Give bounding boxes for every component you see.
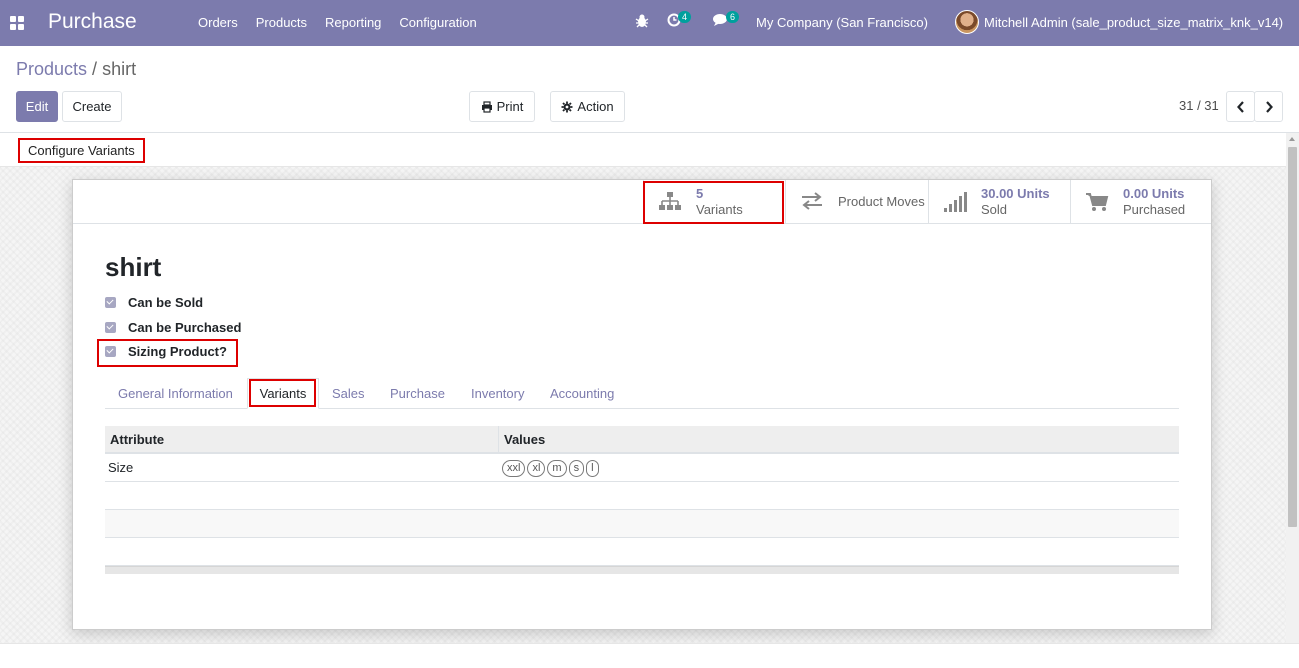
print-icon bbox=[481, 100, 492, 113]
tab-general-information[interactable]: General Information bbox=[118, 378, 233, 408]
can-be-sold-checkbox[interactable] bbox=[105, 297, 116, 308]
action-label: Action bbox=[577, 99, 614, 114]
empty-row bbox=[105, 538, 1179, 566]
pager-value[interactable]: 31 / 31 bbox=[1179, 98, 1219, 113]
menu-products[interactable]: Products bbox=[247, 15, 316, 30]
variants-tab-highlight-box bbox=[249, 379, 316, 407]
form-statusbar: Configure Variants bbox=[0, 132, 1299, 167]
messages-icon[interactable]: 6 bbox=[713, 11, 740, 30]
user-avatar[interactable] bbox=[955, 10, 979, 34]
user-menu[interactable]: Mitchell Admin (sale_product_size_matrix… bbox=[984, 15, 1283, 30]
menu-configuration[interactable]: Configuration bbox=[390, 15, 485, 30]
scroll-up-arrow-icon[interactable] bbox=[1289, 137, 1295, 141]
form-sheet: 5 Variants Product Moves 30.00 Units Sol… bbox=[72, 179, 1212, 630]
value-tag-m: m bbox=[547, 459, 567, 477]
can-be-purchased-checkbox[interactable] bbox=[105, 322, 116, 333]
variants-highlight-box bbox=[643, 181, 784, 224]
table-footer bbox=[105, 566, 1179, 574]
breadcrumb-separator: / bbox=[92, 59, 98, 79]
chatter-area-strip bbox=[0, 643, 1299, 668]
vertical-scrollbar[interactable] bbox=[1286, 133, 1299, 643]
sold-label: Sold bbox=[981, 202, 1008, 217]
can-be-purchased-row: Can be Purchased bbox=[105, 320, 241, 335]
tab-accounting[interactable]: Accounting bbox=[550, 378, 614, 408]
exchange-arrows-icon bbox=[800, 191, 830, 213]
action-button[interactable]: Action bbox=[550, 91, 625, 122]
empty-row bbox=[105, 510, 1179, 538]
column-values[interactable]: Values bbox=[499, 426, 545, 452]
menu-orders[interactable]: Orders bbox=[189, 15, 247, 30]
activity-clock-icon[interactable]: 4 bbox=[667, 11, 692, 30]
value-tag-xxl: xxl bbox=[502, 459, 526, 477]
breadcrumb-current: shirt bbox=[102, 59, 137, 79]
product-name[interactable]: shirt bbox=[105, 252, 161, 283]
tab-sales[interactable]: Sales bbox=[332, 378, 365, 408]
edit-button[interactable]: Edit bbox=[16, 91, 58, 122]
create-button[interactable]: Create bbox=[62, 91, 122, 122]
table-row[interactable]: Size xxl xl m s l bbox=[105, 454, 1179, 482]
pager-next-button[interactable] bbox=[1254, 91, 1283, 122]
main-menu: Orders Products Reporting Configuration bbox=[189, 15, 486, 30]
debug-icon[interactable] bbox=[635, 13, 649, 32]
activity-badge: 4 bbox=[678, 11, 692, 23]
value-tag-s: s bbox=[568, 459, 585, 477]
tab-purchase[interactable]: Purchase bbox=[390, 378, 445, 408]
empty-row bbox=[105, 482, 1179, 510]
can-be-sold-label: Can be Sold bbox=[128, 295, 204, 310]
value-tag-l: l bbox=[586, 459, 599, 477]
purchased-smart-button[interactable]: 0.00 Units Purchased bbox=[1070, 180, 1211, 224]
shopping-cart-icon bbox=[1085, 191, 1115, 213]
print-label: Print bbox=[496, 99, 524, 114]
breadcrumb: Products / shirt bbox=[16, 59, 136, 80]
smart-buttons-row: 5 Variants Product Moves 30.00 Units Sol… bbox=[73, 180, 1211, 224]
column-attribute[interactable]: Attribute bbox=[105, 426, 499, 452]
values-cell: xxl xl m s l bbox=[499, 459, 601, 477]
product-moves-smart-button[interactable]: Product Moves bbox=[785, 180, 928, 224]
can-be-purchased-label: Can be Purchased bbox=[128, 320, 242, 335]
table-header: Attribute Values bbox=[105, 426, 1179, 454]
attributes-table: Attribute Values Size xxl xl m s l bbox=[105, 426, 1179, 574]
product-moves-label: Product Moves bbox=[838, 194, 925, 209]
company-switcher[interactable]: My Company (San Francisco) bbox=[756, 15, 928, 30]
sizing-highlight-box bbox=[97, 339, 238, 367]
purchased-label: Purchased bbox=[1123, 202, 1186, 217]
breadcrumb-products[interactable]: Products bbox=[16, 59, 87, 79]
app-name[interactable]: Purchase bbox=[48, 10, 137, 34]
chevron-left-icon bbox=[1236, 100, 1244, 113]
apps-menu-icon[interactable] bbox=[10, 16, 24, 30]
pager-previous-button[interactable] bbox=[1226, 91, 1255, 122]
value-tag-xl: xl bbox=[527, 459, 546, 477]
purchased-value: 0.00 Units bbox=[1123, 186, 1185, 201]
configure-variants-button[interactable]: Configure Variants bbox=[18, 138, 145, 163]
print-button[interactable]: Print bbox=[469, 91, 535, 122]
messages-badge: 6 bbox=[726, 11, 740, 23]
gear-icon bbox=[561, 101, 573, 112]
can-be-sold-row: Can be Sold bbox=[105, 295, 203, 310]
menu-reporting[interactable]: Reporting bbox=[316, 15, 390, 30]
chevron-right-icon bbox=[1265, 100, 1273, 113]
sold-smart-button[interactable]: 30.00 Units Sold bbox=[928, 180, 1070, 224]
tab-inventory[interactable]: Inventory bbox=[471, 378, 524, 408]
signal-bars-icon bbox=[943, 191, 973, 213]
sold-value: 30.00 Units bbox=[981, 186, 1050, 201]
attribute-cell: Size bbox=[108, 460, 134, 475]
top-navbar: Purchase Orders Products Reporting Confi… bbox=[0, 0, 1299, 46]
scrollbar-thumb[interactable] bbox=[1288, 147, 1297, 527]
